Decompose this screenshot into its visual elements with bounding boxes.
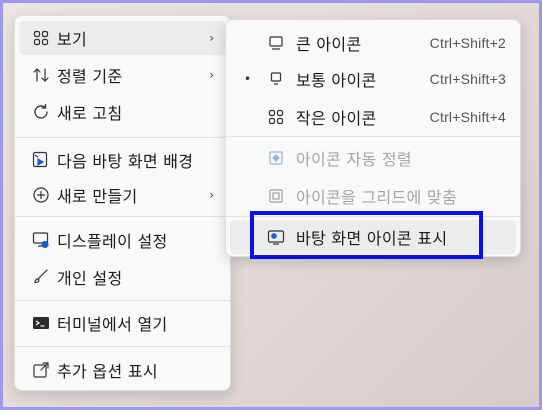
align-grid-icon xyxy=(266,186,286,206)
more-options-icon xyxy=(31,360,51,380)
refresh-icon xyxy=(31,102,51,122)
menu-separator xyxy=(15,216,230,217)
submenu-item-align-to-grid[interactable]: 아이콘을 그리드에 맞춤 xyxy=(230,179,516,213)
chevron-right-icon: › xyxy=(209,31,214,45)
monitor-large-icon xyxy=(266,33,286,53)
next-wallpaper-icon xyxy=(31,150,51,170)
menu-item-display-settings[interactable]: 디스플레이 설정 xyxy=(19,223,226,257)
grid-view-icon xyxy=(31,28,51,48)
menu-item-new[interactable]: 새로 만들기 › xyxy=(19,178,226,212)
selected-bullet-icon: • xyxy=(244,72,252,86)
menu-item-view[interactable]: 보기 › xyxy=(19,21,226,55)
annotation-highlight-box xyxy=(250,211,483,259)
submenu-item-small-icons[interactable]: 작은 아이콘 Ctrl+Shift+4 xyxy=(230,100,516,134)
display-settings-icon xyxy=(31,230,51,250)
submenu-item-large-icons[interactable]: 큰 아이콘 Ctrl+Shift+2 xyxy=(230,26,516,60)
submenu-item-label: 보통 아이콘 xyxy=(296,71,377,90)
chevron-right-icon: › xyxy=(209,68,214,82)
menu-item-label: 디스플레이 설정 xyxy=(57,232,168,251)
keyboard-shortcut: Ctrl+Shift+2 xyxy=(429,35,506,51)
grid-small-icon xyxy=(266,107,286,127)
personalize-brush-icon xyxy=(31,267,51,287)
chevron-right-icon: › xyxy=(209,188,214,202)
menu-item-label: 새로 고침 xyxy=(57,104,123,123)
sort-arrows-icon xyxy=(31,65,51,85)
menu-item-label: 개인 설정 xyxy=(57,269,123,288)
menu-item-refresh[interactable]: 새로 고침 xyxy=(19,95,226,129)
monitor-medium-icon xyxy=(266,69,286,89)
menu-separator xyxy=(226,136,520,137)
menu-item-sort-by[interactable]: 정렬 기준 › xyxy=(19,58,226,92)
submenu-item-label: 아이콘을 그리드에 맞춤 xyxy=(296,188,457,207)
keyboard-shortcut: Ctrl+Shift+3 xyxy=(429,71,506,87)
submenu-item-label: 큰 아이콘 xyxy=(296,35,362,54)
menu-separator xyxy=(15,300,230,301)
menu-item-personalize[interactable]: 개인 설정 xyxy=(19,260,226,294)
menu-item-label: 추가 옵션 표시 xyxy=(57,362,158,381)
desktop-context-menu: 보기 › 정렬 기준 › 새로 고침 다음 바탕 화면 배경 새로 만들기 › … xyxy=(14,15,231,391)
menu-separator xyxy=(15,346,230,347)
menu-item-next-wallpaper[interactable]: 다음 바탕 화면 배경 xyxy=(19,143,226,177)
auto-arrange-icon xyxy=(266,148,286,168)
submenu-item-label: 아이콘 자동 정렬 xyxy=(296,150,412,169)
menu-item-show-more-options[interactable]: 추가 옵션 표시 xyxy=(19,353,226,387)
submenu-item-medium-icons[interactable]: • 보통 아이콘 Ctrl+Shift+3 xyxy=(230,62,516,96)
terminal-icon xyxy=(31,313,51,333)
menu-item-label: 다음 바탕 화면 배경 xyxy=(57,152,194,171)
keyboard-shortcut: Ctrl+Shift+4 xyxy=(429,109,506,125)
menu-item-label: 새로 만들기 xyxy=(57,187,138,206)
submenu-item-label: 작은 아이콘 xyxy=(296,109,377,128)
new-plus-icon xyxy=(31,185,51,205)
menu-item-label: 정렬 기준 xyxy=(57,67,123,86)
menu-item-open-terminal[interactable]: 터미널에서 열기 xyxy=(19,306,226,340)
menu-item-label: 터미널에서 열기 xyxy=(57,315,168,334)
submenu-item-auto-arrange[interactable]: 아이콘 자동 정렬 xyxy=(230,141,516,175)
menu-separator xyxy=(15,137,230,138)
menu-item-label: 보기 xyxy=(57,30,88,49)
